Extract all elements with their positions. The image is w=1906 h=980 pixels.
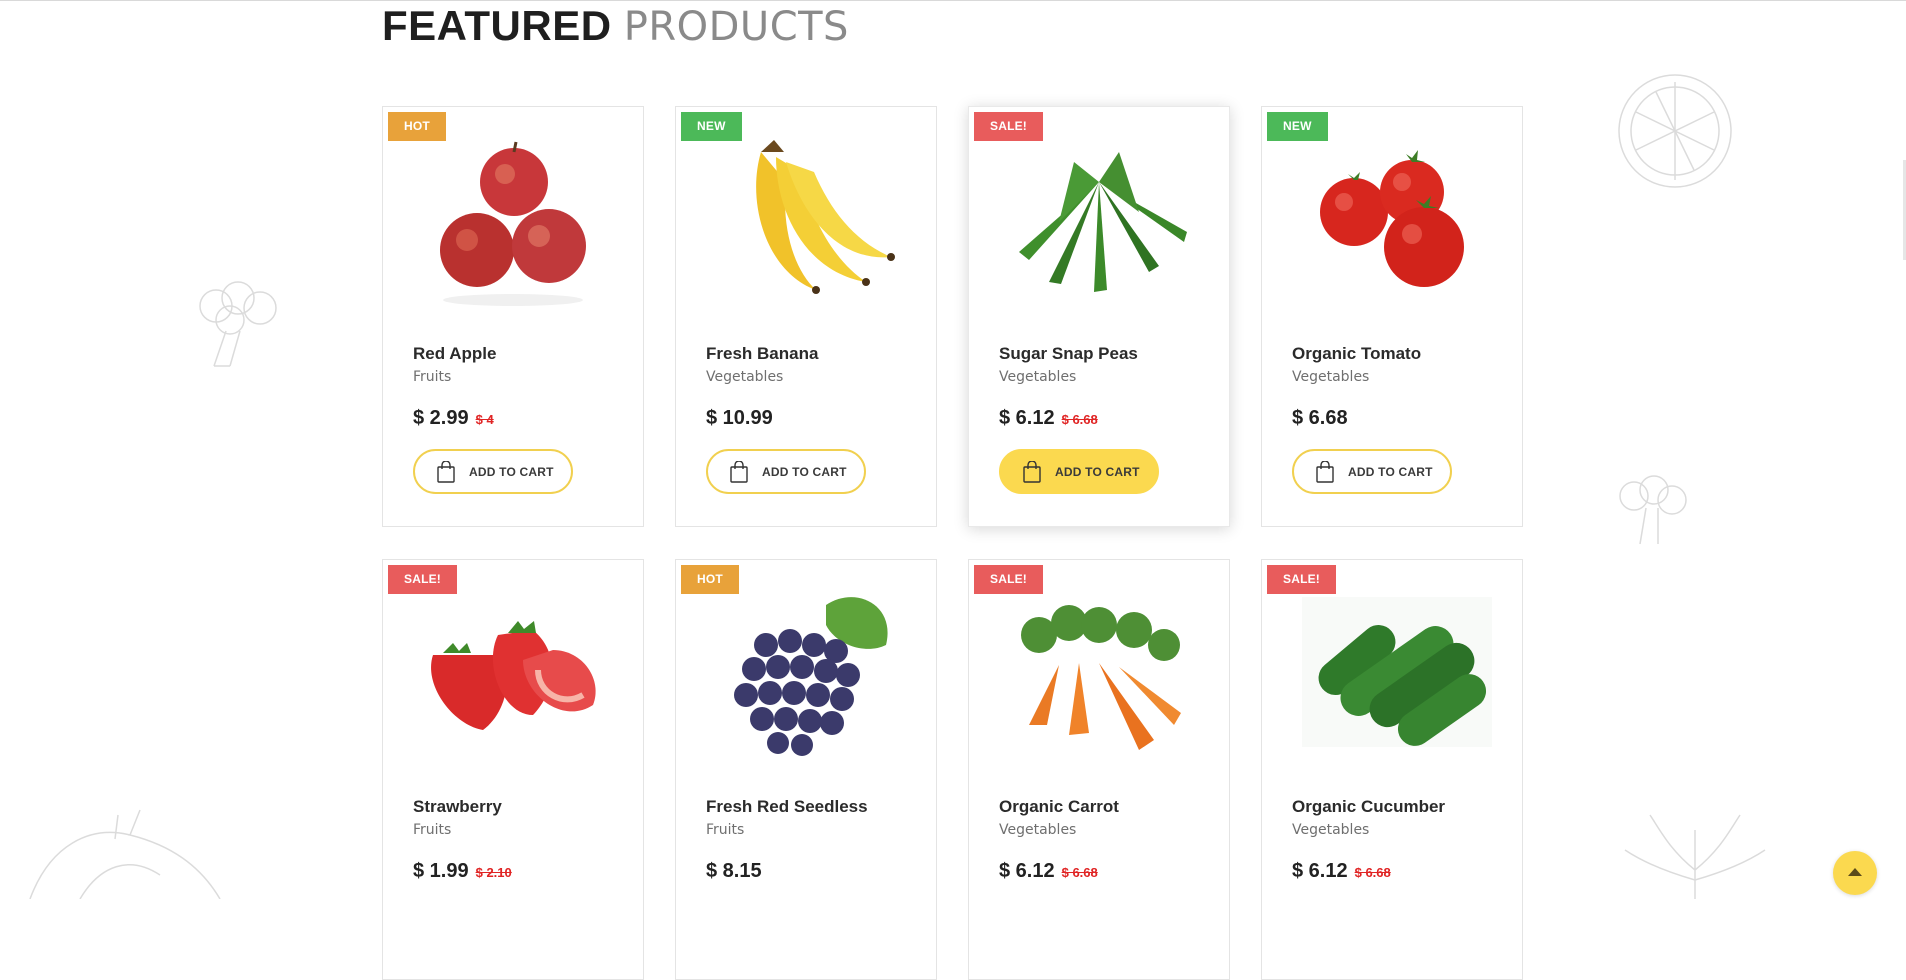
product-card[interactable]: SALE! Sugar Snap Peas Vegetables $ 6.12 $… — [968, 106, 1230, 527]
price: $ 10.99 — [706, 407, 773, 429]
product-name[interactable]: Fresh Banana — [706, 344, 818, 364]
title-bold: FEATURED — [382, 2, 612, 49]
arrow-up-icon — [1848, 868, 1862, 876]
leaf-sketch-icon — [1620, 810, 1770, 899]
add-to-cart-label: ADD TO CART — [1055, 464, 1140, 479]
product-name[interactable]: Strawberry — [413, 797, 502, 817]
product-card[interactable]: HOT Red Apple Fruits $ 2.99 $ 4 ADD TO CA… — [382, 106, 644, 527]
product-card[interactable]: NEW Fresh Banana Vegetables $ 10.99 ADD … — [675, 106, 937, 527]
price: $ 1.99 — [413, 860, 469, 882]
add-to-cart-button[interactable]: ADD TO CART — [999, 449, 1159, 494]
product-category[interactable]: Vegetables — [706, 369, 783, 385]
broccoli-sketch-icon-2 — [1610, 472, 1696, 548]
old-price: $ 6.68 — [1061, 865, 1098, 880]
okra-image[interactable] — [999, 122, 1199, 322]
add-to-cart-label: ADD TO CART — [762, 464, 847, 479]
product-name[interactable]: Organic Cucumber — [1292, 797, 1445, 817]
price: $ 6.12 — [999, 860, 1055, 882]
price-block: $ 6.12 $ 6.68 — [1292, 860, 1391, 883]
shopping-bag-icon — [730, 460, 748, 483]
price-block: $ 1.99 $ 2.10 — [413, 860, 512, 883]
vegetable-sketch-icon — [20, 805, 230, 899]
product-name[interactable]: Red Apple — [413, 344, 496, 364]
cabbage-sketch-icon — [1616, 72, 1734, 190]
page-title: FEATURED PRODUCTS — [382, 2, 849, 51]
strawberry-image[interactable] — [413, 575, 613, 775]
product-category[interactable]: Vegetables — [1292, 822, 1369, 838]
product-name[interactable]: Fresh Red Seedless — [706, 797, 868, 817]
price-block: $ 6.12 $ 6.68 — [999, 860, 1098, 883]
price-block: $ 8.15 — [706, 860, 769, 883]
product-category[interactable]: Vegetables — [999, 822, 1076, 838]
product-name[interactable]: Organic Carrot — [999, 797, 1119, 817]
old-price: $ 2.10 — [475, 865, 512, 880]
price-block: $ 6.12 $ 6.68 — [999, 407, 1098, 430]
top-divider — [0, 0, 1906, 1]
cucumber-image[interactable] — [1292, 575, 1492, 775]
old-price: $ 6.68 — [1354, 865, 1391, 880]
carrot-image[interactable] — [999, 575, 1199, 775]
add-to-cart-label: ADD TO CART — [469, 464, 554, 479]
price: $ 6.12 — [1292, 860, 1348, 882]
product-card[interactable]: NEW Organic Tomato Vegetables $ 6.68 ADD… — [1261, 106, 1523, 527]
product-category[interactable]: Fruits — [413, 369, 451, 385]
product-card[interactable]: HOT Fresh Red Seedless Fruits $ 8.15 — [675, 559, 937, 980]
add-to-cart-button[interactable]: ADD TO CART — [413, 449, 573, 494]
product-category[interactable]: Vegetables — [999, 369, 1076, 385]
title-light: PRODUCTS — [623, 4, 849, 50]
add-to-cart-label: ADD TO CART — [1348, 464, 1433, 479]
add-to-cart-button[interactable]: ADD TO CART — [706, 449, 866, 494]
grapes-image[interactable] — [706, 575, 906, 775]
product-card[interactable]: SALE! Organic Carrot Vegetables $ 6.12 $ … — [968, 559, 1230, 980]
product-category[interactable]: Vegetables — [1292, 369, 1369, 385]
price: $ 6.68 — [1292, 407, 1348, 429]
product-category[interactable]: Fruits — [706, 822, 744, 838]
add-to-cart-button[interactable]: ADD TO CART — [1292, 449, 1452, 494]
price-block: $ 2.99 $ 4 — [413, 407, 494, 430]
product-name[interactable]: Sugar Snap Peas — [999, 344, 1138, 364]
price: $ 6.12 — [999, 407, 1055, 429]
old-price: $ 6.68 — [1061, 412, 1098, 427]
banana-image[interactable] — [706, 122, 906, 322]
product-card[interactable]: SALE! Strawberry Fruits $ 1.99 $ 2.10 — [382, 559, 644, 980]
apple-image[interactable] — [413, 122, 613, 322]
shopping-bag-icon — [1316, 460, 1334, 483]
old-price: $ 4 — [475, 412, 494, 427]
price-block: $ 10.99 — [706, 407, 780, 430]
scroll-to-top-button[interactable] — [1833, 851, 1877, 895]
price: $ 2.99 — [413, 407, 469, 429]
tomato-image[interactable] — [1292, 122, 1492, 322]
product-name[interactable]: Organic Tomato — [1292, 344, 1421, 364]
product-card[interactable]: SALE! Organic Cucumber Vegetables $ 6.12… — [1261, 559, 1523, 980]
price-block: $ 6.68 — [1292, 407, 1355, 430]
shopping-bag-icon — [437, 460, 455, 483]
price: $ 8.15 — [706, 860, 762, 882]
product-category[interactable]: Fruits — [413, 822, 451, 838]
shopping-bag-icon — [1023, 460, 1041, 483]
broccoli-sketch-icon — [186, 276, 290, 372]
